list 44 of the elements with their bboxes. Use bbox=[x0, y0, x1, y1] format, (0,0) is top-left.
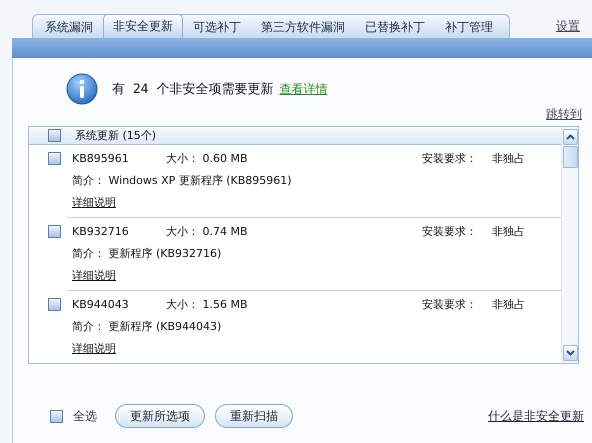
select-all-label: 全选 bbox=[73, 408, 97, 424]
tab[interactable]: 可选补丁 bbox=[183, 16, 251, 38]
jump-to-link[interactable]: 跳转到 bbox=[546, 106, 582, 123]
requirement-label: 安装要求： bbox=[422, 150, 478, 166]
tab[interactable]: 已替换补丁 bbox=[355, 16, 435, 38]
update-size: 大小： 0.60 MB bbox=[166, 150, 249, 166]
info-icon bbox=[66, 73, 98, 105]
checkbox[interactable] bbox=[48, 152, 61, 164]
tab[interactable]: 非安全更新 bbox=[103, 14, 183, 38]
update-id: KB944043 bbox=[72, 298, 130, 310]
details-link[interactable]: 详细说明 bbox=[72, 196, 116, 208]
group-header[interactable]: 系统更新 (15个) bbox=[29, 127, 561, 145]
tab[interactable]: 补丁管理 bbox=[435, 16, 503, 38]
update-size: 大小： 0.74 MB bbox=[166, 224, 249, 238]
requirement-label: 安装要求： bbox=[422, 296, 478, 312]
scrollbar-thumb[interactable] bbox=[562, 146, 578, 168]
details-link[interactable]: 详细说明 bbox=[72, 268, 116, 282]
summary-text: 有 24 个非安全项需要更新 bbox=[112, 81, 274, 98]
group-label: 系统更新 (15个) bbox=[75, 128, 156, 143]
view-details-link[interactable]: 查看详情 bbox=[279, 80, 328, 98]
update-description: 简介： 更新程序 (KB944043) bbox=[72, 318, 222, 334]
update-selected-button[interactable]: 更新所选项 bbox=[115, 404, 205, 428]
requirement-value: 非独占 bbox=[492, 150, 526, 166]
update-description: 简介： Windows XP 更新程序 (KB895961) bbox=[72, 172, 293, 188]
update-size: 大小： 1.56 MB bbox=[166, 296, 249, 312]
help-link[interactable]: 什么是非安全更新 bbox=[488, 408, 584, 424]
requirement-value: 非独占 bbox=[492, 224, 526, 238]
scrollbar[interactable] bbox=[561, 127, 578, 363]
update-description: 简介： 更新程序 (KB932716) bbox=[72, 246, 222, 260]
rescan-button[interactable]: 重新扫描 bbox=[215, 404, 293, 428]
scroll-down-icon[interactable] bbox=[562, 345, 578, 361]
details-link[interactable]: 详细说明 bbox=[72, 342, 116, 354]
select-all-checkbox[interactable] bbox=[50, 410, 63, 422]
update-id: KB932716 bbox=[72, 224, 130, 238]
requirement-value: 非独占 bbox=[492, 296, 526, 312]
requirement-label: 安装要求： bbox=[422, 224, 478, 238]
scroll-up-icon[interactable] bbox=[562, 129, 578, 145]
tab[interactable]: 系统漏洞 bbox=[35, 16, 103, 38]
update-id: KB895961 bbox=[72, 152, 130, 164]
checkbox[interactable] bbox=[48, 129, 61, 142]
checkbox[interactable] bbox=[48, 224, 61, 238]
settings-link[interactable]: 设置 bbox=[556, 18, 580, 34]
tab[interactable]: 第三方软件漏洞 bbox=[251, 16, 355, 38]
checkbox[interactable] bbox=[48, 298, 61, 310]
